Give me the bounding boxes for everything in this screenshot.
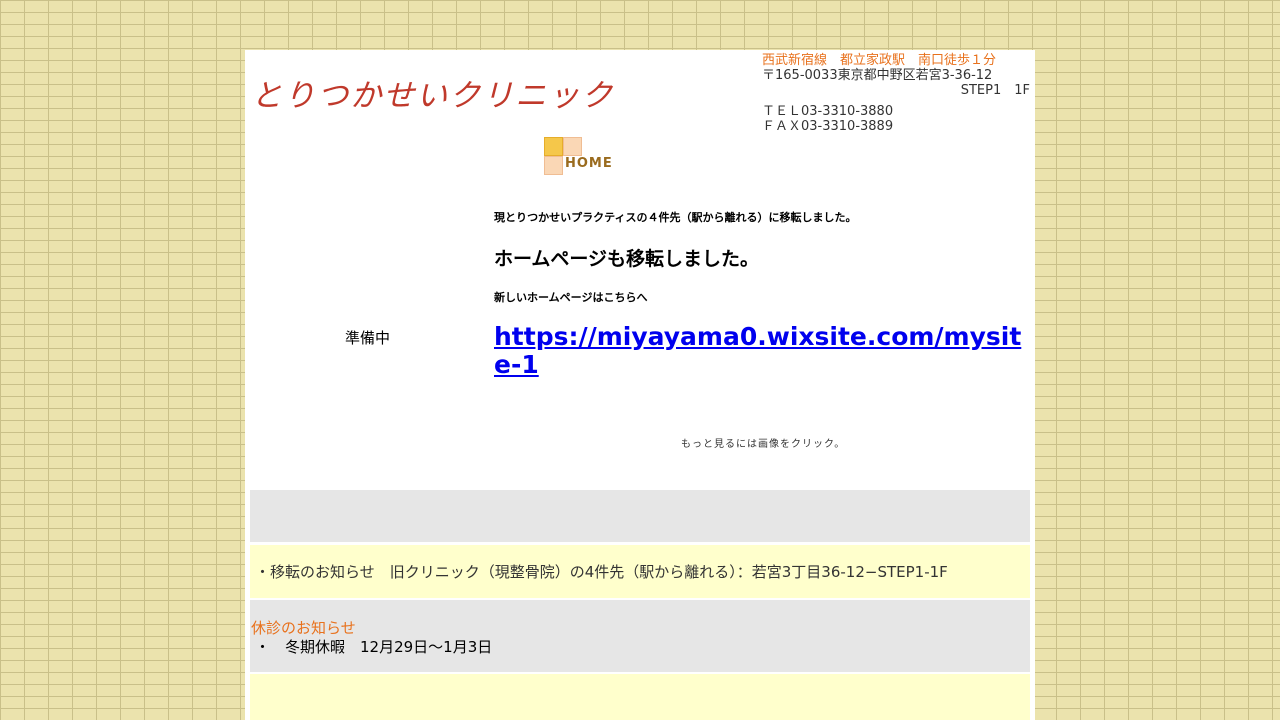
new-homepage-label: 新しいホームページはこちらへ [494,291,648,304]
preparing-label: 準備中 [345,329,391,347]
contact-info: 西武新宿線 都立家政駅 南口徒歩１分 〒165-0033東京都中野区若宮3-36… [762,53,1032,134]
holiday-notice-band: 休診のお知らせ ・ 冬期休暇 12月29日〜1月3日 [250,600,1030,672]
building-name: STEP1 1F [960,83,1030,98]
relocation-notice: ・移転のお知らせ 旧クリニック（現整骨院）の4件先（駅から離れる）：若宮3丁目3… [255,563,948,581]
fax-number: ＦＡＸ03-3310-3889 [762,119,894,134]
home-logo-icon [544,137,563,156]
new-homepage-link[interactable]: https://miyayama0.wixsite.com/mysite-1 [494,323,1032,379]
clinic-title: とりつかせいクリニック [251,78,615,114]
tel-number: ＴＥＬ03-3310-3880 [762,104,894,119]
access-info: 西武新宿線 都立家政駅 南口徒歩１分 [762,53,997,68]
news-band-empty [250,490,1030,542]
relocation-notice-band: ・移転のお知らせ 旧クリニック（現整骨院）の4件先（駅から離れる）：若宮3丁目3… [250,545,1030,598]
holiday-notice-title: 休診のお知らせ [251,619,356,637]
holiday-notice-item: ・ 冬期休暇 12月29日〜1月3日 [255,638,493,656]
home-label: HOME [565,156,613,171]
homepage-moved-heading: ホームページも移転しました。 [494,248,760,270]
home-button[interactable]: HOME [544,137,624,177]
move-notice: 現とりつかせいプラクティスの４件先（駅から離れる）に移転しました。 [494,211,857,224]
footer-band [250,674,1030,720]
image-hint: もっと見るには画像をクリック。 [681,439,846,450]
address: 〒165-0033東京都中野区若宮3-36-12 [762,68,993,83]
page-container: とりつかせいクリニック 西武新宿線 都立家政駅 南口徒歩１分 〒165-0033… [245,50,1035,720]
